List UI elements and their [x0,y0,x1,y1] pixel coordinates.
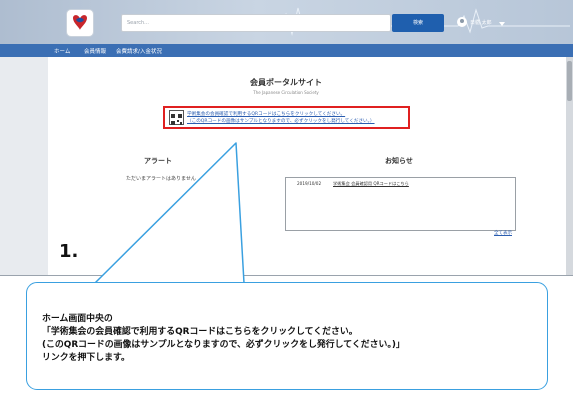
callout-line: ホーム画面中央の [42,314,113,324]
step-number: 1. [59,241,79,262]
callout-line: 「学術集会の会員確認で利用するQRコードはこちらをクリックしてください。 [42,327,358,337]
callout-line: (このQRコードの画像はサンプルとなりますので、必ずクリックをし発行してください… [42,340,405,350]
instruction-callout: ホーム画面中央の 「学術集会の会員確認で利用するQRコードはこちらをクリックして… [26,282,548,390]
callout-line: リンクを押下します。 [42,353,130,363]
